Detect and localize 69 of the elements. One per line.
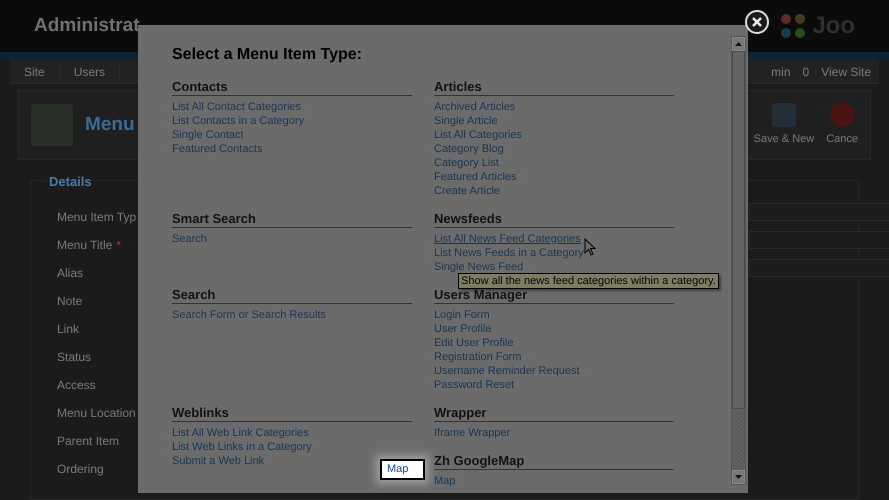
menu-type-link[interactable]: Featured Contacts: [172, 142, 262, 156]
section-heading: Search: [172, 287, 412, 304]
status-item: min: [771, 64, 790, 80]
menu-type-link[interactable]: Username Reminder Request: [434, 364, 580, 378]
section-heading: Smart Search: [172, 211, 412, 228]
menu-type-link[interactable]: Single Article: [434, 114, 498, 128]
scrollbar-thumb[interactable]: [732, 51, 745, 409]
field-label: Access: [57, 377, 96, 394]
section-heading: Zh GoogleMap: [434, 453, 674, 470]
toolbar-button[interactable]: Cance: [826, 102, 858, 148]
menu-type-link[interactable]: List All Categories: [434, 128, 522, 142]
menu-type-link[interactable]: User Profile: [434, 322, 492, 336]
toolbar-button[interactable]: Save & New: [754, 102, 814, 148]
section-heading: Newsfeeds: [434, 211, 674, 228]
menu-type-link[interactable]: List All News Feed Categories: [434, 232, 581, 246]
menu-tab[interactable]: Users: [60, 62, 120, 80]
menu-type-link[interactable]: List Web Links in a Category: [172, 440, 312, 454]
field-label: Ordering: [57, 461, 104, 478]
menu-type-link[interactable]: Iframe Wrapper: [434, 426, 510, 440]
dialog-title: Select a Menu Item Type:: [172, 45, 363, 65]
down-arrow-icon: [735, 475, 742, 479]
cursor-icon: [584, 238, 596, 256]
highlight-callout: Map: [380, 459, 425, 480]
menu-type-link[interactable]: Search: [172, 232, 207, 246]
close-icon: [752, 17, 762, 27]
scroll-down-button[interactable]: [732, 470, 745, 484]
menu-type-link[interactable]: Registration Form: [434, 350, 522, 364]
field-label: Menu Title: [57, 237, 112, 254]
menu-type-link[interactable]: List News Feeds in a Category: [434, 246, 584, 260]
menu-type-link[interactable]: List All Contact Categories: [172, 100, 302, 114]
input-field[interactable]: [749, 259, 889, 277]
section-heading: Articles: [434, 79, 674, 96]
field-label: Parent Item: [57, 433, 120, 450]
menu-type-link[interactable]: List Contacts in a Category: [172, 114, 304, 128]
menu-type-link[interactable]: Create Article: [434, 184, 500, 198]
menu-type-link[interactable]: Submit a Web Link: [172, 454, 264, 468]
field-label: Link: [57, 321, 80, 338]
input-field[interactable]: [749, 203, 889, 221]
section-heading: Contacts: [172, 79, 412, 96]
menu-type-link[interactable]: Single News Feed: [434, 260, 524, 274]
menu-type-link[interactable]: Password Reset: [434, 378, 514, 392]
status-item: View Site: [821, 64, 871, 80]
menu-type-link[interactable]: Edit User Profile: [434, 336, 514, 350]
required-mark: *: [116, 237, 122, 254]
menu-type-link[interactable]: Search Form or Search Results: [172, 308, 326, 322]
menu-type-link[interactable]: Category List: [434, 156, 499, 170]
section-heading: Wrapper: [434, 405, 674, 422]
field-label: Note: [57, 293, 82, 310]
menu-type-link[interactable]: List All Web Link Categories: [172, 426, 309, 440]
page-title: Menu: [85, 112, 135, 137]
menu-type-link[interactable]: Login Form: [434, 308, 490, 322]
field-label: Status: [57, 349, 92, 366]
field-label: Menu Item Typ: [57, 209, 136, 226]
field-label: Alias: [57, 265, 84, 282]
status-item: 0: [802, 64, 810, 80]
header-title: Administrat: [34, 14, 140, 38]
scrollbar[interactable]: [731, 36, 746, 485]
menu-type-link[interactable]: Single Contact: [172, 128, 244, 142]
menu-tab[interactable]: Site: [10, 62, 60, 80]
scroll-up-button[interactable]: [732, 37, 745, 51]
section-heading: Weblinks: [172, 405, 412, 422]
input-field[interactable]: [749, 231, 889, 249]
field-label: Menu Location: [57, 405, 136, 422]
menu-type-link[interactable]: Category Blog: [434, 142, 504, 156]
tooltip: Show all the news feed categories within a category.: [458, 273, 719, 289]
menu-type-link[interactable]: Archived Articles: [434, 100, 516, 114]
menu-type-link[interactable]: Map: [434, 474, 456, 488]
up-arrow-icon: [735, 42, 742, 46]
menu-type-link[interactable]: Featured Articles: [434, 170, 517, 184]
